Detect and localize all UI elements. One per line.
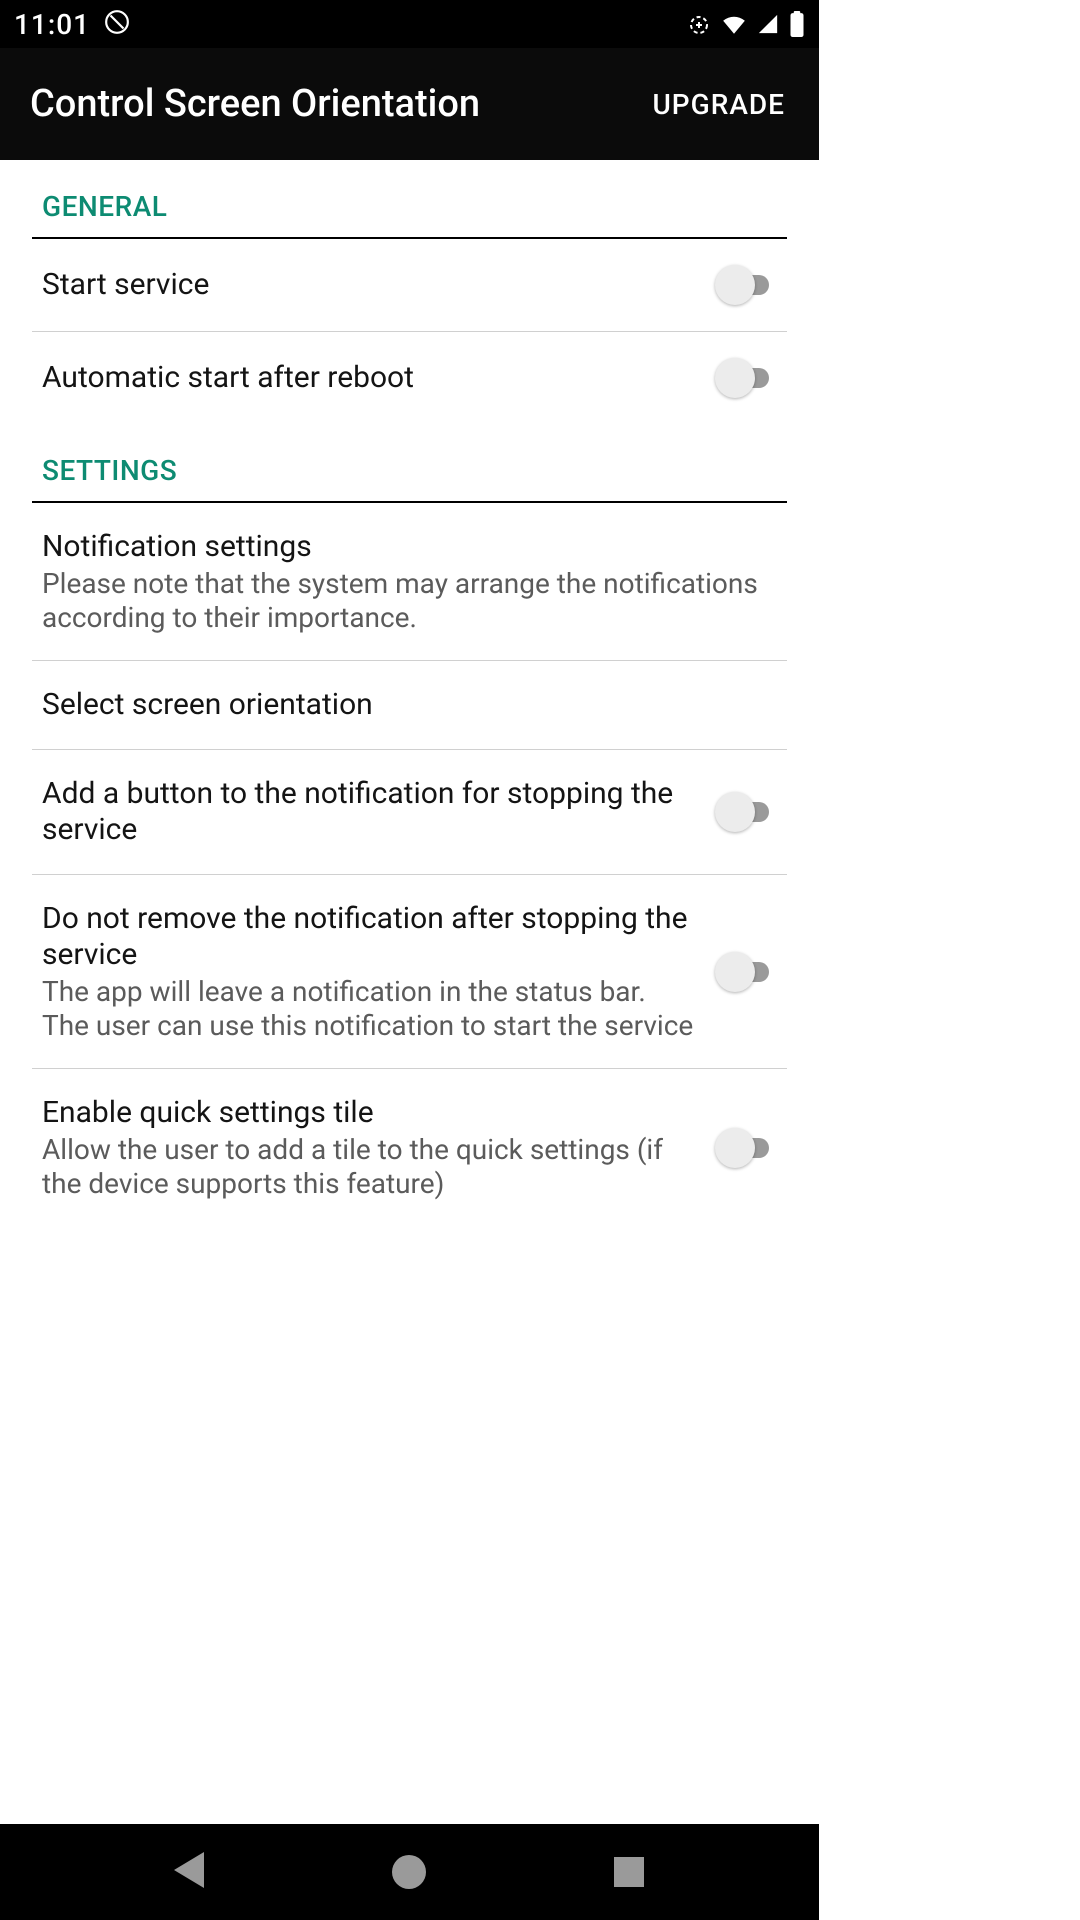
- row-title: Automatic start after reboot: [42, 360, 695, 396]
- status-time: 11:01: [14, 8, 90, 41]
- settings-content: GENERAL Start service Automatic start af…: [0, 160, 819, 1360]
- cell-signal-icon: [757, 13, 779, 35]
- row-subtitle: The app will leave a notification in the…: [42, 975, 695, 1042]
- row-title: Do not remove the notification after sto…: [42, 901, 695, 973]
- row-quick-settings-tile[interactable]: Enable quick settings tile Allow the use…: [32, 1069, 787, 1226]
- section-heading-general: GENERAL: [32, 160, 787, 239]
- back-icon: [174, 1852, 204, 1888]
- recent-icon: [614, 1857, 644, 1887]
- toggle-keep-notification[interactable]: [715, 952, 777, 992]
- toggle-quick-settings-tile[interactable]: [715, 1128, 777, 1168]
- row-title: Enable quick settings tile: [42, 1095, 695, 1131]
- row-title: Start service: [42, 267, 695, 303]
- row-notification-settings[interactable]: Notification settings Please note that t…: [32, 503, 787, 661]
- app-bar: Control Screen Orientation UPGRADE: [0, 48, 819, 160]
- row-title: Select screen orientation: [42, 687, 777, 723]
- status-bar: 11:01: [0, 0, 819, 48]
- row-select-orientation[interactable]: Select screen orientation: [32, 661, 787, 750]
- row-auto-start-reboot[interactable]: Automatic start after reboot: [32, 332, 787, 424]
- page-title: Control Screen Orientation: [30, 82, 480, 126]
- wifi-icon: [721, 11, 747, 37]
- row-subtitle: Allow the user to add a tile to the quic…: [42, 1133, 695, 1200]
- toggle-auto-start-reboot[interactable]: [715, 358, 777, 398]
- nav-back-button[interactable]: [170, 1852, 210, 1892]
- nav-recent-button[interactable]: [609, 1852, 649, 1892]
- upgrade-button[interactable]: UPGRADE: [648, 80, 789, 129]
- row-title: Add a button to the notification for sto…: [42, 776, 695, 848]
- row-title: Notification settings: [42, 529, 777, 565]
- nav-home-button[interactable]: [389, 1852, 429, 1892]
- rotation-lock-icon: [104, 9, 130, 39]
- row-subtitle: Please note that the system may arrange …: [42, 567, 777, 634]
- toggle-stop-button-notif[interactable]: [715, 792, 777, 832]
- row-start-service[interactable]: Start service: [32, 239, 787, 332]
- alarm-plus-icon: [687, 12, 711, 36]
- row-keep-notification[interactable]: Do not remove the notification after sto…: [32, 875, 787, 1069]
- section-heading-settings: SETTINGS: [32, 424, 787, 503]
- system-nav-bar: [0, 1824, 819, 1920]
- row-stop-button-notif[interactable]: Add a button to the notification for sto…: [32, 750, 787, 875]
- toggle-start-service[interactable]: [715, 265, 777, 305]
- battery-icon: [789, 11, 805, 37]
- home-icon: [392, 1855, 426, 1889]
